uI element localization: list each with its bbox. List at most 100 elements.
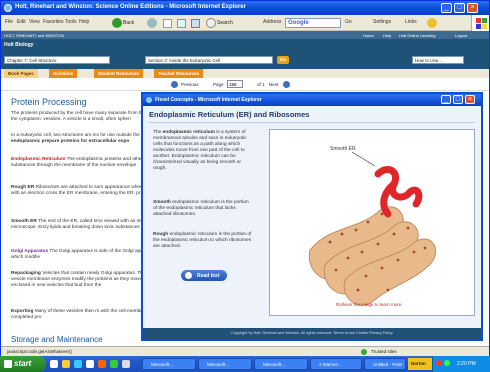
chapter-select[interactable]: Chapter 7: Cell Structure: [4, 56, 110, 64]
quicklaunch-media-icon[interactable]: [74, 360, 82, 368]
taskbar-item-3[interactable]: Microsoft...: [254, 358, 308, 370]
publisher-bar: HOLT, RINEHART and WINSTON Home Help Hol…: [1, 31, 489, 39]
p2-term: Smooth: [153, 200, 171, 205]
popup-window: Flexel Concepts - Microsoft Internet Exp…: [141, 92, 483, 341]
previous-arrow-icon[interactable]: [171, 81, 178, 88]
back-label: Back: [123, 20, 135, 26]
popup-maximize-button[interactable]: □: [453, 95, 463, 104]
home-icon[interactable]: [191, 19, 200, 28]
quicklaunch-app3-icon[interactable]: [122, 360, 130, 368]
taskbar-item-1[interactable]: Microsoft...: [142, 358, 196, 370]
paragraph-two-text: In a eukaryotic cell, two structures are…: [11, 133, 150, 138]
previous-link[interactable]: Previous: [181, 82, 199, 87]
p3-term: Rough: [153, 232, 169, 237]
exporting-text: Many of these vesicles then m with the c…: [11, 309, 160, 320]
system-tray: 2:20 PM: [432, 356, 490, 372]
address-label: Address: [263, 19, 282, 25]
minimize-button[interactable]: _: [441, 3, 452, 13]
refresh-icon[interactable]: [177, 19, 186, 28]
tab-activities[interactable]: Activities: [49, 69, 78, 78]
tab-teacher-resources[interactable]: Teacher Resources: [154, 69, 204, 78]
menu-help[interactable]: Help: [79, 19, 89, 25]
p3-text: endoplasmic reticulum is the portion of …: [153, 232, 252, 249]
windows-logo-icon: [471, 15, 489, 31]
nav-logout-link[interactable]: Logout: [455, 33, 467, 38]
term-golgi: Golgi Apparatus: [11, 249, 49, 254]
p1-text: is a system of membranous tubules and sa…: [153, 130, 247, 171]
nav-help-link[interactable]: Help: [383, 33, 391, 38]
status-text: javascript:code.getAsWhatever(): [7, 349, 73, 354]
heading-divider: [149, 122, 475, 123]
window-title: Holt, Rinehart and Winston: Science Onli…: [1, 1, 489, 15]
paragraph-intro: The proteins produced by the cell have m…: [11, 111, 161, 122]
search-button[interactable]: Search: [205, 17, 241, 29]
popup-ie-icon: [146, 97, 152, 103]
tab-student-resources[interactable]: Student Resources: [94, 69, 144, 78]
next-arrow-icon[interactable]: [283, 81, 290, 88]
taskbar-item-4[interactable]: 2 Internet...: [310, 358, 362, 370]
nav-home-link[interactable]: Home: [363, 33, 374, 38]
term-er: Endoplasmic Reticulum: [11, 157, 66, 162]
windows-flag-icon: [4, 360, 12, 368]
menu-edit[interactable]: Edit: [17, 19, 26, 25]
popup-heading: Endoplasmic Reticulum (ER) and Ribosomes: [149, 110, 310, 119]
settings-button[interactable]: Settings: [373, 19, 391, 25]
read-text-button[interactable]: Read text: [181, 270, 227, 281]
paragraph-er: Endoplasmic Reticulum The endoplasmic pr…: [11, 157, 161, 169]
quicklaunch-desktop-icon[interactable]: [50, 360, 58, 368]
page-input[interactable]: 158: [227, 80, 243, 88]
rough-text: Ribosomes are attached to som appearance…: [11, 185, 159, 196]
popup-paragraph-er: The endoplasmic reticulum is a system of…: [153, 130, 253, 172]
toolbar-extra-icon[interactable]: [427, 18, 437, 28]
menu-tools[interactable]: Tools: [65, 19, 77, 25]
maximize-button[interactable]: □: [454, 3, 465, 13]
norton-button[interactable]: Norton: [408, 358, 434, 370]
tray-alert-icon[interactable]: [436, 360, 442, 366]
nav-online-learning-link[interactable]: Holt Online Learning: [399, 33, 435, 38]
paragraph-two: In a eukaryotic cell, two structures are…: [11, 133, 161, 145]
paragraph-golgi: Golgi Apparatus The Golgi apparatus is s…: [11, 249, 161, 261]
ie-icon: [4, 4, 12, 12]
taskbar-item-5[interactable]: Untitled - Paint: [364, 358, 406, 370]
menu-file[interactable]: File: [5, 19, 13, 25]
forward-arrow-icon[interactable]: [147, 18, 157, 28]
popup-title: Flexel Concepts - Microsoft Internet Exp…: [143, 94, 481, 106]
menu-favorites[interactable]: Favorites: [43, 19, 64, 25]
next-link[interactable]: Next: [269, 82, 278, 87]
close-button[interactable]: ×: [467, 3, 478, 13]
start-label: start: [14, 359, 32, 368]
taskbar-item-2[interactable]: Microsoft...: [198, 358, 252, 370]
start-button[interactable]: start: [0, 356, 46, 372]
google-go-button[interactable]: Go: [345, 19, 352, 25]
quicklaunch-app2-icon[interactable]: [110, 360, 118, 368]
quicklaunch-app-icon[interactable]: [98, 360, 106, 368]
how-to-use-select[interactable]: How to Use...: [412, 56, 464, 64]
search-icon: [206, 18, 216, 28]
popup-close-button[interactable]: ×: [465, 95, 475, 104]
tray-network-icon[interactable]: [444, 360, 450, 366]
popup-paragraph-smooth: Smooth endoplasmic reticulum is the port…: [153, 200, 253, 218]
status-zone: Trusted sites: [371, 349, 397, 354]
term-smooth-er: Smooth ER: [11, 219, 37, 224]
er-illustration-panel[interactable]: Smooth ER Rollover the image to learn mo…: [269, 129, 475, 316]
go-button[interactable]: Go: [277, 56, 289, 64]
paragraph-exporting: Exporting Many of these vesicles then m …: [11, 309, 161, 321]
publisher-name: HOLT, RINEHART and WINSTON: [4, 33, 65, 38]
links-button[interactable]: Links: [405, 19, 417, 25]
back-button[interactable]: Back: [111, 17, 145, 29]
er-ribosomes-illustration: [308, 151, 437, 306]
google-toolbar-search[interactable]: Google: [285, 18, 341, 28]
menu-view[interactable]: View: [29, 19, 40, 25]
stop-icon[interactable]: [163, 19, 172, 28]
popup-paragraph-rough: Rough endoplasmic reticulum is the porti…: [153, 232, 253, 250]
quicklaunch-folder-icon[interactable]: [86, 360, 94, 368]
popup-minimize-button[interactable]: _: [441, 95, 451, 104]
tab-book-pages[interactable]: Book Pages: [4, 69, 38, 78]
page-label: Page: [213, 82, 224, 87]
back-arrow-icon: [112, 18, 122, 28]
section-select[interactable]: Section 3: Inside the Eukaryotic Cell: [145, 56, 273, 64]
taskbar: start Microsoft... Microsoft... Microsof…: [0, 356, 490, 372]
section-heading: Protein Processing: [11, 97, 87, 107]
quicklaunch-ie-icon[interactable]: [62, 360, 70, 368]
image-caption: Rollover the image to learn more.: [336, 302, 403, 307]
